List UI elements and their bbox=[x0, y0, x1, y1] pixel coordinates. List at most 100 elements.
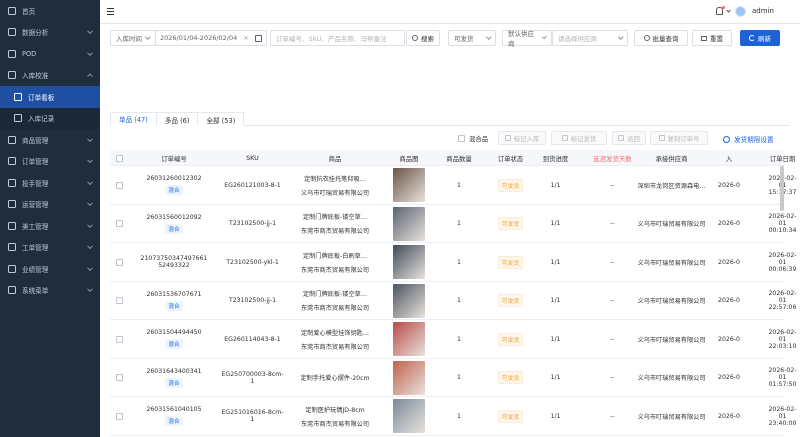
column-header: 商品图 bbox=[399, 154, 419, 163]
sidebar-item[interactable]: 数据分析 bbox=[0, 22, 100, 44]
product-name: 定制抗衣挂托笔仰吸… bbox=[304, 175, 366, 183]
calendar-icon[interactable] bbox=[254, 34, 262, 42]
progress-value: 1/1 bbox=[550, 297, 561, 305]
mark-inbound-button[interactable]: 标记入库 bbox=[498, 131, 546, 145]
table-row[interactable]: 26031504494450 混合 EG260114043-8-1 定制爱心模型挂饰钥… bbox=[110, 320, 797, 359]
table-row[interactable]: 26031260012302 混合 EG260121003-8-1 定制抗衣挂托笔仰吸… bbox=[110, 166, 797, 205]
sku-value: EG251016016-8cm-1 bbox=[221, 409, 284, 424]
ship-deadline-link[interactable]: 发货期限设置 bbox=[723, 134, 774, 144]
delay-value: -- bbox=[610, 258, 615, 266]
sidebar-item[interactable]: 投手管理 bbox=[0, 172, 100, 194]
dispatch-button[interactable]: 派回 bbox=[612, 131, 646, 145]
table-row[interactable]: 26031536707671 混合 T23102500-jj-1 定制门牌底板-镂空草… bbox=[110, 282, 797, 321]
sidebar-item[interactable]: 商品管理 bbox=[0, 129, 100, 151]
progress-value: 1/1 bbox=[550, 181, 561, 189]
supplier-select[interactable]: 请选择供应商 bbox=[552, 30, 628, 46]
sku-cell: T23102500-ykl-1 bbox=[220, 243, 285, 282]
row-checkbox[interactable] bbox=[115, 258, 123, 266]
supplier-type-select[interactable]: 默认供应商 bbox=[502, 30, 552, 48]
search-input[interactable]: 订单编号、SKU、产品名称、马帮备注 bbox=[270, 30, 405, 46]
order-badge: 混合 bbox=[165, 300, 183, 311]
row-checkbox[interactable] bbox=[115, 412, 123, 420]
refresh-button[interactable]: 刷新 bbox=[740, 30, 780, 46]
sidebar-item[interactable]: 入库记录 bbox=[0, 107, 100, 129]
row-checkbox[interactable] bbox=[115, 335, 123, 343]
progress-cell: 1/1 bbox=[536, 320, 575, 359]
row-checkbox[interactable] bbox=[115, 181, 123, 189]
table-row[interactable]: 26031561040105 混合 EG251016016-8cm-1 定制医护玩偶J… bbox=[110, 397, 797, 436]
order-badge: 混合 bbox=[165, 185, 183, 196]
order-badge: 混合 bbox=[165, 377, 183, 388]
copy-order-button[interactable]: 复制订单号 bbox=[650, 131, 708, 145]
gear-icon bbox=[723, 135, 730, 143]
product-cell: 定制门牌底板-镂空草… 东莞市商杰贸易有限公司 bbox=[285, 282, 385, 321]
sidebar-item[interactable]: POD bbox=[0, 43, 100, 65]
order-number: 26031536707671 bbox=[146, 290, 202, 298]
status-badge: 可发货 bbox=[497, 294, 524, 308]
sidebar-item[interactable]: 订单管理 bbox=[0, 151, 100, 173]
qty-cell: 1 bbox=[433, 282, 485, 321]
sidebar-item[interactable]: 美工管理 bbox=[0, 215, 100, 237]
order-number: 26031561040105 bbox=[146, 406, 202, 414]
status-select[interactable]: 可发货 bbox=[448, 30, 496, 46]
table-row[interactable]: 26031560012092 混合 T23102500-jj-1 定制门牌底板-镂空草… bbox=[110, 205, 797, 244]
row-checkbox[interactable] bbox=[115, 297, 123, 305]
select-all-checkbox[interactable] bbox=[115, 154, 123, 162]
row-select-cell bbox=[110, 205, 128, 244]
sidebar-item[interactable]: 订单看板 bbox=[0, 86, 100, 108]
time-type-value: 入库时间 bbox=[116, 35, 142, 43]
home-icon bbox=[8, 6, 16, 15]
product-image-cell bbox=[385, 397, 433, 436]
date-range-picker[interactable]: 2026/01/04-2026/02/04 × bbox=[155, 30, 267, 46]
performance-icon bbox=[8, 264, 16, 273]
table-row[interactable]: 26031643400341 混合 EG250700003-8cm-1 定制手托爱心摆… bbox=[110, 359, 797, 397]
batch-query-button[interactable]: 批量查询 bbox=[634, 30, 688, 46]
order-date-value: 2026-02-01 22:57:06 bbox=[768, 290, 797, 312]
chevron-down-icon[interactable] bbox=[726, 8, 731, 13]
mixed-filter[interactable]: 混合品 bbox=[458, 134, 488, 143]
reset-button[interactable]: 重置 bbox=[692, 30, 732, 46]
avatar[interactable] bbox=[735, 6, 746, 17]
row-checkbox[interactable] bbox=[115, 220, 123, 228]
product-image bbox=[393, 360, 425, 395]
column-header: 承接供应商 bbox=[655, 154, 688, 163]
orders-table: 订单编号 SKU 商品 商品图 商品数量 订单状态 到货进度 延迟发货天数 承接供应商 入 订单日期… bbox=[110, 150, 797, 436]
table-row[interactable]: 21073750347497661 52493322 T23102500-ykl-… bbox=[110, 243, 797, 282]
row-select-cell bbox=[110, 243, 128, 282]
sidebar-item[interactable]: 首页 bbox=[0, 0, 100, 22]
chevron-down-icon bbox=[87, 179, 93, 185]
row-checkbox[interactable] bbox=[115, 374, 123, 382]
progress-value: 1/1 bbox=[550, 335, 561, 343]
sidebar-item[interactable]: 业绩管理 bbox=[0, 258, 100, 280]
product-image-cell bbox=[385, 243, 433, 282]
time-type-select[interactable]: 入库时间 bbox=[110, 30, 156, 46]
sidebar-item[interactable]: 运营管理 bbox=[0, 194, 100, 216]
username[interactable]: admin bbox=[752, 7, 774, 15]
sidebar-item[interactable]: 系统菜单 bbox=[0, 280, 100, 302]
mixed-checkbox[interactable] bbox=[458, 135, 465, 142]
order-number-cell: 26031504494450 混合 bbox=[128, 320, 220, 359]
tab[interactable]: 单品 (47) bbox=[110, 112, 157, 126]
pod-icon bbox=[8, 49, 16, 58]
order-badge: 混合 bbox=[165, 339, 183, 350]
clear-icon[interactable]: × bbox=[243, 34, 248, 42]
tab[interactable]: 多品 (6) bbox=[155, 112, 199, 126]
sidebar-item[interactable]: 工单管理 bbox=[0, 237, 100, 259]
mark-shipped-button[interactable]: 标记发货 bbox=[551, 131, 607, 145]
progress-cell: 1/1 bbox=[536, 166, 575, 205]
progress-value: 1/1 bbox=[550, 412, 561, 420]
qty-value: 1 bbox=[457, 181, 461, 189]
column-header: 延迟发货天数 bbox=[593, 154, 632, 163]
tab[interactable]: 全部 (53) bbox=[197, 112, 245, 126]
scrollbar[interactable] bbox=[780, 166, 784, 211]
chart-icon bbox=[8, 28, 16, 37]
progress-cell: 1/1 bbox=[536, 205, 575, 244]
mixed-label: 混合品 bbox=[469, 135, 489, 143]
menu-toggle-icon[interactable] bbox=[107, 8, 114, 15]
sku-cell: T23102500-jj-1 bbox=[220, 282, 285, 321]
qty-value: 1 bbox=[457, 374, 461, 382]
in-date-value: 2026-0 bbox=[718, 412, 740, 420]
sidebar-item[interactable]: 入库校准 bbox=[0, 65, 100, 87]
dispatch-label: 派回 bbox=[627, 134, 640, 143]
search-button[interactable]: 搜索 bbox=[406, 30, 440, 46]
